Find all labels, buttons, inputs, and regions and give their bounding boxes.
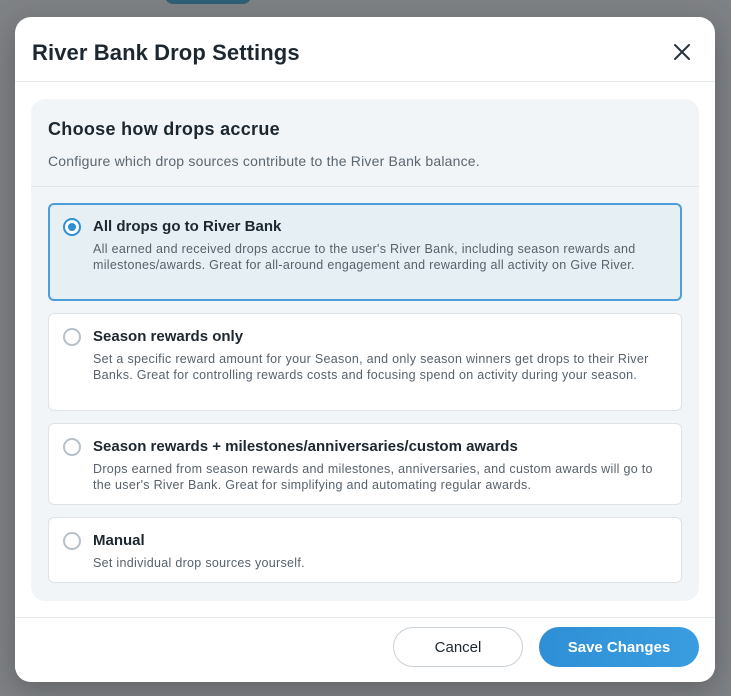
radio-icon[interactable] bbox=[63, 328, 81, 346]
cancel-button[interactable]: Cancel bbox=[393, 627, 523, 667]
radio-icon[interactable] bbox=[63, 532, 81, 550]
radio-selected-icon[interactable] bbox=[63, 218, 81, 236]
settings-modal: River Bank Drop Settings Choose how drop… bbox=[15, 17, 715, 682]
option-title: Season rewards + milestones/anniversarie… bbox=[93, 438, 518, 455]
close-icon bbox=[674, 44, 690, 60]
modal-title: River Bank Drop Settings bbox=[32, 40, 300, 65]
option-season-rewards-only[interactable]: Season rewards only Set a specific rewar… bbox=[48, 313, 682, 411]
option-title: All drops go to River Bank bbox=[93, 218, 282, 235]
option-manual[interactable]: Manual Set individual drop sources yours… bbox=[48, 517, 682, 583]
option-season-plus-awards[interactable]: Season rewards + milestones/anniversarie… bbox=[48, 423, 682, 505]
option-title: Manual bbox=[93, 532, 145, 549]
options-card: Choose how drops accrue Configure which … bbox=[31, 99, 699, 601]
background-button bbox=[165, 0, 251, 4]
option-description: All earned and received drops accrue to … bbox=[93, 242, 636, 272]
card-header: Choose how drops accrue Configure which … bbox=[31, 99, 699, 187]
card-title: Choose how drops accrue bbox=[48, 119, 280, 139]
close-button[interactable] bbox=[673, 43, 691, 61]
radio-icon[interactable] bbox=[63, 438, 81, 456]
option-description: Drops earned from season rewards and mil… bbox=[93, 462, 653, 492]
option-description: Set a specific reward amount for your Se… bbox=[93, 352, 649, 382]
card-subtitle: Configure which drop sources contribute … bbox=[48, 153, 480, 169]
save-changes-button[interactable]: Save Changes bbox=[539, 627, 699, 667]
option-description: Set individual drop sources yourself. bbox=[93, 556, 305, 570]
option-all-drops[interactable]: All drops go to River Bank All earned an… bbox=[48, 203, 682, 301]
option-title: Season rewards only bbox=[93, 328, 244, 345]
modal-header: River Bank Drop Settings bbox=[15, 17, 715, 82]
modal-footer: Cancel Save Changes bbox=[15, 617, 715, 682]
